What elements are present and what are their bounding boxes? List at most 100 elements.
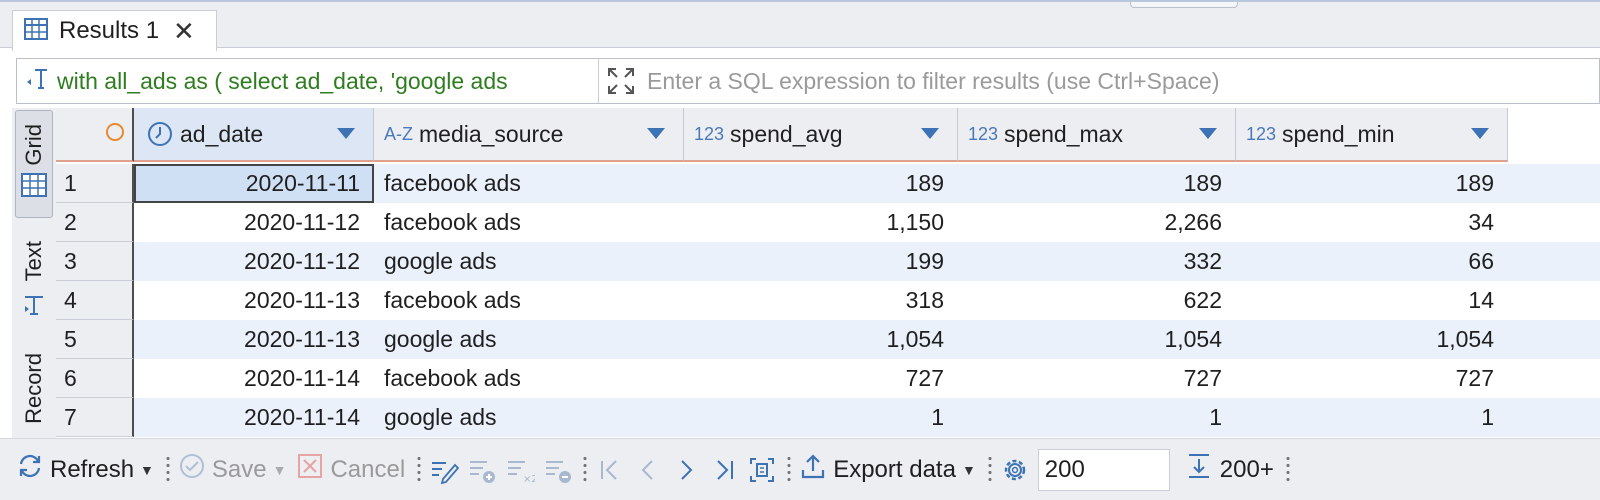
cell-spend-max[interactable]: 332: [958, 242, 1236, 281]
sidebar-tab-text[interactable]: Text: [15, 232, 53, 332]
cell-media-source[interactable]: facebook ads: [374, 203, 684, 242]
cell-spend-min[interactable]: 727: [1236, 359, 1508, 398]
column-name: ad_date: [180, 120, 264, 147]
cell-media-source[interactable]: facebook ads: [374, 359, 684, 398]
row-header-corner[interactable]: [56, 108, 134, 162]
cell-spend-min[interactable]: 14: [1236, 281, 1508, 320]
cell-spend-avg[interactable]: 1,150: [684, 203, 958, 242]
cell-spend-max[interactable]: 622: [958, 281, 1236, 320]
cell-ad-date[interactable]: 2020-11-13: [134, 281, 374, 320]
table-row[interactable]: 3 2020-11-12 google ads 199 332 66: [56, 242, 1600, 281]
row-number[interactable]: 5: [56, 320, 134, 359]
toolbar-separator: [583, 454, 588, 485]
cell-spend-min[interactable]: 1: [1236, 398, 1508, 437]
table-row[interactable]: 4 2020-11-13 facebook ads 318 622 14: [56, 281, 1600, 320]
cell-spend-avg[interactable]: 1,054: [684, 320, 958, 359]
expand-icon[interactable]: [599, 66, 643, 96]
column-header-ad-date[interactable]: ad_date: [134, 108, 374, 162]
save-label: Save: [211, 455, 267, 483]
column-header-spend-max[interactable]: 123 spend_max: [958, 108, 1236, 162]
cell-ad-date[interactable]: 2020-11-14: [134, 398, 374, 437]
table-row[interactable]: 7 2020-11-14 google ads 1 1 1: [56, 398, 1600, 437]
cell-spend-avg[interactable]: 1: [684, 398, 958, 437]
cell-ad-date[interactable]: 2020-11-14: [134, 359, 374, 398]
dropdown-caret-icon[interactable]: ▼: [962, 462, 976, 478]
filter-input[interactable]: [643, 66, 1599, 96]
row-number[interactable]: 6: [56, 359, 134, 398]
sort-filter-arrow-icon[interactable]: [921, 128, 939, 139]
sort-filter-arrow-icon[interactable]: [1471, 128, 1489, 139]
cell-ad-date[interactable]: 2020-11-12: [134, 203, 374, 242]
cell-spend-avg[interactable]: 189: [684, 164, 958, 203]
sort-filter-arrow-icon[interactable]: [1199, 128, 1217, 139]
cell-media-source[interactable]: facebook ads: [374, 164, 684, 203]
cell-spend-max[interactable]: 1: [958, 398, 1236, 437]
cell-media-source[interactable]: google ads: [374, 398, 684, 437]
dropdown-caret-icon[interactable]: ▼: [273, 462, 287, 478]
number-type-icon: 123: [694, 123, 725, 144]
cell-ad-date[interactable]: 2020-11-11: [134, 164, 374, 203]
query-preview[interactable]: with all_ads as ( select ad_date, 'googl…: [17, 59, 599, 103]
column-name: media_source: [419, 120, 564, 147]
table-row[interactable]: 1 2020-11-11 facebook ads 189 189 189: [56, 164, 1600, 203]
table-row[interactable]: 2 2020-11-12 facebook ads 1,150 2,266 34: [56, 203, 1600, 242]
cell-spend-avg[interactable]: 199: [684, 242, 958, 281]
cell-spend-min[interactable]: 189: [1236, 164, 1508, 203]
row-number[interactable]: 4: [56, 281, 134, 320]
grid-icon: [20, 171, 48, 204]
cell-spend-avg[interactable]: 318: [684, 281, 958, 320]
dropdown-caret-icon[interactable]: ▼: [140, 462, 154, 478]
cell-spend-max[interactable]: 727: [958, 359, 1236, 398]
table-row[interactable]: 6 2020-11-14 facebook ads 727 727 727: [56, 359, 1600, 398]
fetch-size-input[interactable]: [1037, 448, 1170, 491]
last-page-icon[interactable]: [709, 455, 739, 485]
cell-spend-min[interactable]: 1,054: [1236, 320, 1508, 359]
settings-gear-icon[interactable]: [1000, 455, 1030, 485]
first-page-icon[interactable]: [595, 455, 625, 485]
column-name: spend_avg: [730, 120, 843, 147]
cell-media-source[interactable]: google ads: [374, 320, 684, 359]
row-number[interactable]: 7: [56, 398, 134, 437]
add-row-icon[interactable]: [467, 455, 497, 485]
sort-filter-arrow-icon[interactable]: [647, 128, 665, 139]
cell-spend-max[interactable]: 189: [958, 164, 1236, 203]
column-header-spend-min[interactable]: 123 spend_min: [1236, 108, 1508, 162]
cell-media-source[interactable]: google ads: [374, 242, 684, 281]
results-grid: ad_date A-Z media_source 123 spend_avg 1…: [56, 108, 1600, 438]
duplicate-row-icon[interactable]: ×2: [505, 455, 535, 485]
cell-spend-max[interactable]: 2,266: [958, 203, 1236, 242]
column-name: spend_max: [1004, 120, 1123, 147]
cell-spend-avg[interactable]: 727: [684, 359, 958, 398]
view-sidebar: Grid Text Record: [12, 108, 56, 438]
text-view-icon: [21, 292, 47, 323]
row-number[interactable]: 3: [56, 242, 134, 281]
edit-row-icon[interactable]: [429, 455, 460, 485]
fetch-all-button[interactable]: 200+: [1184, 451, 1274, 488]
table-row[interactable]: 5 2020-11-13 google ads 1,054 1,054 1,054: [56, 320, 1600, 359]
column-header-media-source[interactable]: A-Z media_source: [374, 108, 684, 162]
sidebar-tab-record[interactable]: Record: [15, 340, 53, 436]
next-page-icon[interactable]: [671, 455, 701, 485]
row-number[interactable]: 1: [56, 164, 134, 203]
sidebar-tab-label: Record: [21, 352, 46, 424]
previous-page-icon[interactable]: [633, 455, 663, 485]
cell-ad-date[interactable]: 2020-11-12: [134, 242, 374, 281]
cell-media-source[interactable]: facebook ads: [374, 281, 684, 320]
sort-filter-arrow-icon[interactable]: [337, 128, 355, 139]
refresh-button[interactable]: Refresh ▼: [16, 452, 154, 487]
cell-spend-min[interactable]: 66: [1236, 242, 1508, 281]
delete-row-icon[interactable]: [543, 455, 573, 485]
sidebar-tab-grid[interactable]: Grid: [15, 110, 53, 218]
panel-handle[interactable]: [1130, 2, 1238, 8]
cancel-button[interactable]: Cancel: [296, 452, 405, 487]
row-number[interactable]: 2: [56, 203, 134, 242]
cell-spend-max[interactable]: 1,054: [958, 320, 1236, 359]
fetch-page-icon[interactable]: [747, 455, 777, 485]
save-button[interactable]: Save ▼: [178, 452, 287, 487]
close-icon[interactable]: ✕: [173, 18, 195, 44]
column-header-spend-avg[interactable]: 123 spend_avg: [684, 108, 958, 162]
cell-spend-min[interactable]: 34: [1236, 203, 1508, 242]
cell-ad-date[interactable]: 2020-11-13: [134, 320, 374, 359]
tab-results[interactable]: Results 1 ✕: [12, 10, 217, 51]
export-data-button[interactable]: Export data ▼: [799, 452, 976, 487]
